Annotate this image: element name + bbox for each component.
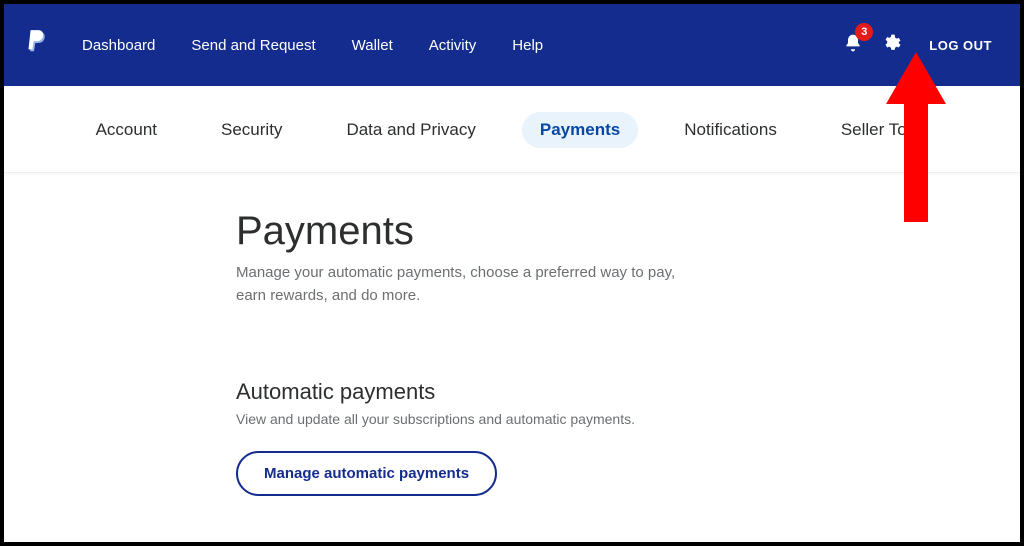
logout-button[interactable]: LOG OUT (929, 38, 992, 53)
settings-subnav-wrap: Account Security Data and Privacy Paymen… (4, 86, 1020, 173)
nav-activity[interactable]: Activity (429, 37, 477, 54)
nav-send-request[interactable]: Send and Request (191, 37, 315, 54)
subnav-payments[interactable]: Payments (522, 112, 638, 148)
settings-subnav: Account Security Data and Privacy Paymen… (4, 86, 1020, 172)
nav-right-cluster: 3 LOG OUT (843, 33, 992, 58)
subnav-notifications[interactable]: Notifications (666, 112, 795, 148)
page-title: Payments (236, 209, 744, 254)
manage-automatic-payments-button[interactable]: Manage automatic payments (236, 451, 497, 496)
notifications-button[interactable]: 3 (843, 33, 863, 58)
nav-wallet[interactable]: Wallet (352, 37, 393, 54)
subnav-seller-tools[interactable]: Seller Tools (823, 112, 947, 148)
settings-button[interactable] (881, 33, 901, 58)
section-title: Automatic payments (236, 379, 744, 405)
nav-dashboard[interactable]: Dashboard (82, 37, 155, 54)
subnav-account[interactable]: Account (78, 112, 175, 148)
main-nav: Dashboard Send and Request Wallet Activi… (82, 37, 843, 54)
subnav-security[interactable]: Security (203, 112, 300, 148)
gear-icon (881, 33, 901, 53)
top-navbar: Dashboard Send and Request Wallet Activi… (4, 4, 1020, 86)
notification-count-badge: 3 (855, 23, 873, 41)
main-content: Payments Manage your automatic payments,… (4, 173, 744, 496)
subnav-data-privacy[interactable]: Data and Privacy (328, 112, 493, 148)
automatic-payments-section: Automatic payments View and update all y… (236, 379, 744, 496)
section-desc: View and update all your subscriptions a… (236, 411, 744, 427)
nav-help[interactable]: Help (512, 37, 543, 54)
page-subtitle: Manage your automatic payments, choose a… (236, 262, 696, 307)
paypal-logo-icon[interactable] (26, 30, 82, 61)
